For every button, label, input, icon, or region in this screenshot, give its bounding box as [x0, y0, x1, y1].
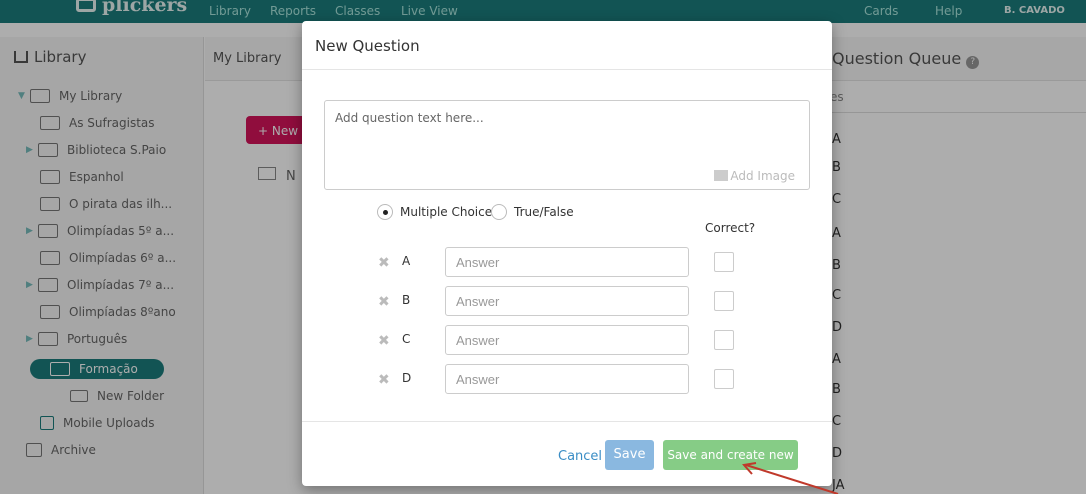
arrow-shaft — [745, 464, 839, 494]
annotation-arrow-icon — [742, 462, 839, 494]
